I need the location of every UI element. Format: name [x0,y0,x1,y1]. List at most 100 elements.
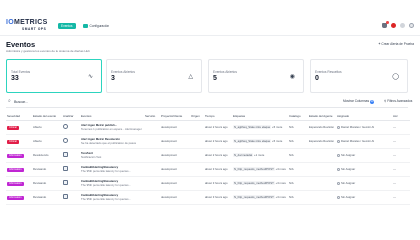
assign-radio-icon[interactable] [337,195,340,199]
advanced-filters-button[interactable]: ⚲ Filtros Avanzados [384,98,412,104]
col-header-project[interactable]: Proyecto/Cliente [160,113,190,121]
assignee-name: Daniel Morales / Gemini AI [341,125,375,129]
actions-cell[interactable]: ⋯ [392,120,410,135]
create-test-alert-button[interactable]: +Crear Alerta de Prueba [379,41,414,47]
col-header-analyze[interactable]: Analizar [62,113,80,121]
assign-radio-icon[interactable] [337,153,340,157]
cube-icon[interactable] [63,180,68,185]
actions-cell[interactable]: ⋯ [392,148,410,163]
tag-more[interactable]: +5 more [272,125,282,129]
col-header-assignee[interactable]: Asignado [336,113,392,121]
page-title: Eventos [6,40,36,49]
severity-badge: Critical [7,125,19,130]
event-cell[interactable]: CanHaBtAlertingSlaLatency The 95th percen… [80,162,144,177]
assignee-cell[interactable]: Sin Asignar [336,162,392,177]
col-header-event-state[interactable]: Estado del evento [32,113,62,121]
cube-icon[interactable] [63,194,68,199]
tag-more[interactable]: +1 more [254,153,264,157]
analyze-cell[interactable] [62,134,80,149]
service-cell [144,176,160,191]
stat-card-open[interactable]: Eventos Abiertos 3 △ [106,59,202,93]
stat-value: 33 [11,75,19,82]
header-actions [382,20,414,29]
more-actions-icon[interactable]: ⋯ [393,153,396,157]
tag-more[interactable]: +5 more [272,139,282,143]
event-cell[interactable]: CanHaBtAlertingSlaLatency The 95th percen… [80,190,144,205]
assignee-cell[interactable]: Sin Asignar [336,148,392,163]
bell-icon[interactable] [382,20,389,28]
table-row[interactable]: Critical Abierto Alert Agen Metric publish… [6,120,410,135]
project-cell: development [160,162,190,177]
catalog-cell: N/A [288,148,308,163]
nav-configuracion-tab[interactable]: Configuración [83,23,109,29]
nav-configuracion-label: Configuración [89,24,110,28]
search-input[interactable] [14,98,264,105]
user-avatar-icon[interactable] [409,22,414,28]
assignee-cell[interactable]: Daniel Morales / Gemini AI [336,134,392,149]
analyze-cell[interactable] [62,148,80,163]
event-cell[interactable]: Alert Agen Metric publish... Tenemos 1 pu… [80,120,144,135]
col-header-service[interactable]: Servicio [144,113,160,121]
events-table-body: Critical Abierto Alert Agen Metric publish… [6,120,410,205]
assign-radio-icon[interactable] [337,125,340,129]
table-row[interactable]: Information Resolviendo TestAlert Notificac… [6,148,410,163]
cube-icon[interactable] [63,152,68,157]
assign-radio-icon[interactable] [337,139,340,143]
more-actions-icon[interactable]: ⋯ [393,181,396,185]
stat-card-total[interactable]: Total Eventos 33 ∿ [6,59,102,93]
analyze-cell[interactable] [62,190,80,205]
more-actions-icon[interactable]: ⋯ [393,125,396,129]
assignee-cell[interactable]: Sin Asignar [336,176,392,191]
assign-radio-icon[interactable] [337,167,340,171]
advanced-filters-label: Filtros Avanzados [387,99,413,103]
actions-cell[interactable]: ⋯ [392,162,410,177]
analyze-cell[interactable] [62,120,80,135]
table-row[interactable]: Information Revisando CanHaBtAlertingSlaLa… [6,176,410,191]
event-cell[interactable]: TestAlert Notificación Test [80,148,144,163]
notification-badge-icon[interactable] [391,22,396,28]
analyze-cell[interactable] [62,176,80,191]
robot-icon[interactable] [63,138,68,143]
actions-cell[interactable]: ⋯ [392,176,410,191]
col-header-tags[interactable]: Etiquetas [232,113,288,121]
col-header-time[interactable]: Tiempo [204,113,232,121]
assignee-cell[interactable]: Sin Asignar [336,190,392,205]
robot-icon[interactable] [63,124,68,129]
actions-cell[interactable]: ⋯ [392,134,410,149]
col-header-catalog[interactable]: Catalogo [288,113,308,121]
assign-radio-icon[interactable] [337,181,340,185]
more-actions-icon[interactable]: ⋯ [393,139,396,143]
tag-more[interactable]: +3 more [276,181,286,185]
col-header-origin[interactable]: Origen [190,113,204,121]
col-header-events[interactable]: Eventos [80,113,144,121]
tag-more[interactable]: +3 more [276,167,286,171]
nav-eventos-tab[interactable]: Eventos [58,23,76,29]
table-row[interactable]: Information Revisando CanHaBtAlertingSlaLa… [6,190,410,205]
actions-cell[interactable]: ⋯ [392,190,410,205]
more-actions-icon[interactable]: ⋯ [393,167,396,171]
col-header-agent-state[interactable]: Estado del Agente [308,113,336,121]
stat-card-open-2[interactable]: Eventos Abiertos 5 ◉ [208,59,304,93]
severity-badge: Information [7,195,24,200]
more-actions-icon[interactable]: ⋯ [393,195,396,199]
show-columns-label: Mostrar Columnas [343,99,370,103]
col-header-severity[interactable]: Severidad [6,113,32,121]
analyze-cell[interactable] [62,162,80,177]
event-cell[interactable]: Alert Agen Metric Resolución Se ha detect… [80,134,144,149]
time-cell: about 2 hours ago [204,120,232,135]
tag-more[interactable]: +3 more [276,195,286,199]
cube-icon[interactable] [63,166,68,171]
stat-label: Eventos Abiertos [111,70,135,74]
app-logo[interactable]: IOMETRICS SMART OPS [6,19,54,32]
catalog-cell: N/A [288,176,308,191]
event-cell[interactable]: CanHaBtAlertingSlaLatency The 95th percen… [80,176,144,191]
table-row[interactable]: Critical Abierto Alert Agen Metric Resoluc… [6,134,410,149]
table-row[interactable]: Information Revisando CanHaBtAlertingSlaLa… [6,162,410,177]
severity-cell: Information [6,162,32,177]
show-columns-button[interactable]: Mostrar Columnas 13 [343,98,375,104]
service-cell [144,134,160,149]
globe-icon[interactable] [400,22,405,28]
event-description: The 95th percentile latency for queries.… [81,197,131,201]
stat-card-resolved[interactable]: Eventos Resueltos 0 ◯ [310,59,408,93]
assignee-cell[interactable]: Daniel Morales / Gemini AI [336,120,392,135]
